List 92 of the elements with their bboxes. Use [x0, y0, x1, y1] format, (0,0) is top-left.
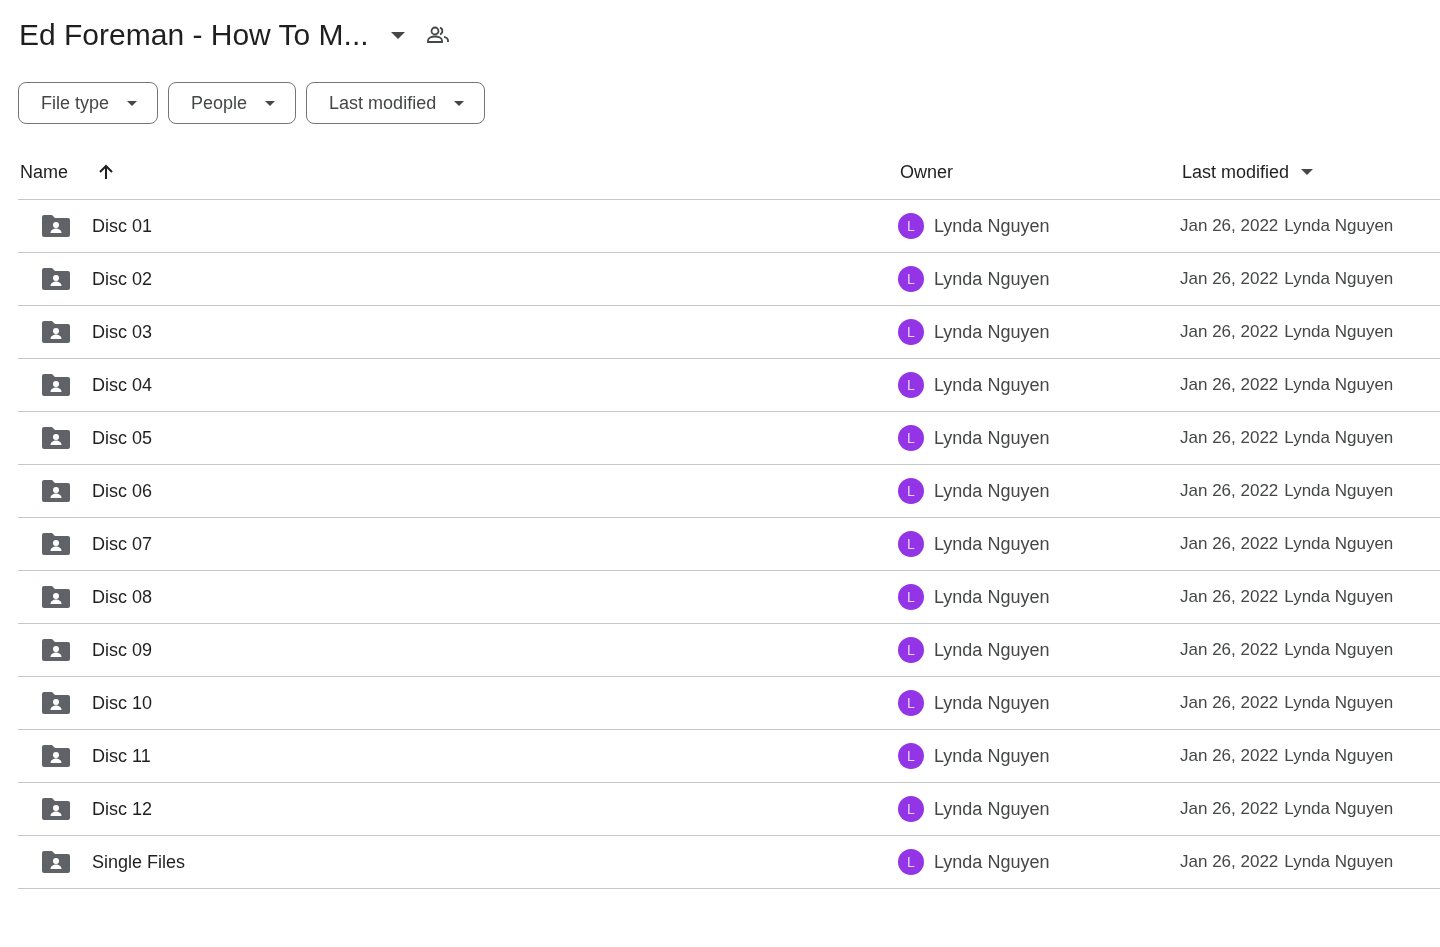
file-name[interactable]: Disc 04: [92, 374, 153, 396]
modified-date: Jan 26, 2022: [1180, 322, 1279, 342]
caret-icon: [390, 31, 405, 39]
file-name[interactable]: Disc 10: [92, 692, 153, 714]
shared-folder-icon: [42, 427, 70, 449]
file-name[interactable]: Single Files: [92, 851, 186, 873]
modified-by: Lynda Nguyen: [1284, 746, 1394, 766]
filter-chip[interactable]: People: [168, 82, 297, 124]
owner-name: Lynda Nguyen: [934, 480, 1050, 502]
shared-folder-icon: [42, 268, 70, 290]
avatar: L: [898, 425, 924, 451]
column-header[interactable]: Last modified: [1180, 161, 1314, 183]
avatar: L: [898, 478, 924, 504]
caret-icon: [127, 100, 138, 106]
modified-date: Jan 26, 2022: [1180, 640, 1279, 660]
modified-by: Lynda Nguyen: [1284, 534, 1394, 554]
shared-folder-icon: [42, 374, 70, 396]
modified-date: Jan 26, 2022: [1180, 481, 1279, 501]
modified-date: Jan 26, 2022: [1180, 269, 1279, 289]
modified-date: Jan 26, 2022: [1180, 216, 1279, 236]
owner-name: Lynda Nguyen: [934, 639, 1050, 661]
avatar: L: [898, 743, 924, 769]
shared-folder-icon: [42, 745, 70, 767]
modified-by: Lynda Nguyen: [1284, 322, 1394, 342]
avatar: L: [898, 266, 924, 292]
file-name[interactable]: Disc 08: [92, 586, 153, 608]
modified-by: Lynda Nguyen: [1284, 693, 1394, 713]
shared-folder-icon: [42, 215, 70, 237]
file-name[interactable]: Disc 02: [92, 268, 153, 290]
file-name[interactable]: Disc 01: [92, 215, 153, 237]
shared-folder-icon: [42, 639, 70, 661]
modified-by: Lynda Nguyen: [1284, 587, 1394, 607]
modified-by: Lynda Nguyen: [1284, 481, 1394, 501]
avatar: L: [898, 849, 924, 875]
filter-chip[interactable]: Last modified: [306, 82, 486, 124]
owner-name: Lynda Nguyen: [934, 321, 1050, 343]
shared-folder-icon: [42, 692, 70, 714]
caret-icon: [265, 100, 276, 106]
avatar: L: [898, 213, 924, 239]
modified-by: Lynda Nguyen: [1284, 375, 1394, 395]
modified-date: Jan 26, 2022: [1180, 428, 1279, 448]
file-name[interactable]: Disc 07: [92, 533, 153, 555]
modified-date: Jan 26, 2022: [1180, 746, 1279, 766]
shared-folder-icon: [42, 586, 70, 608]
modified-date: Jan 26, 2022: [1180, 693, 1279, 713]
file-name[interactable]: Disc 09: [92, 639, 153, 661]
people-icon[interactable]: [426, 26, 449, 44]
shared-folder-icon: [42, 480, 70, 502]
owner-name: Lynda Nguyen: [934, 374, 1050, 396]
caret-icon: [454, 100, 465, 106]
owner-name: Lynda Nguyen: [934, 268, 1050, 290]
caret-icon: [1301, 169, 1314, 175]
modified-date: Jan 26, 2022: [1180, 799, 1279, 819]
filter-chip[interactable]: File type: [18, 82, 159, 124]
file-name[interactable]: Disc 03: [92, 321, 153, 343]
avatar: L: [898, 796, 924, 822]
column-header[interactable]: Owner: [898, 161, 953, 183]
modified-by: Lynda Nguyen: [1284, 852, 1394, 872]
avatar: L: [898, 531, 924, 557]
modified-date: Jan 26, 2022: [1180, 534, 1279, 554]
owner-name: Lynda Nguyen: [934, 586, 1050, 608]
modified-by: Lynda Nguyen: [1284, 799, 1394, 819]
modified-by: Lynda Nguyen: [1284, 640, 1394, 660]
avatar: L: [898, 690, 924, 716]
file-name[interactable]: Disc 05: [92, 427, 153, 449]
file-name[interactable]: Disc 12: [92, 798, 153, 820]
modified-by: Lynda Nguyen: [1284, 269, 1394, 289]
shared-folder-icon: [42, 321, 70, 343]
owner-name: Lynda Nguyen: [934, 798, 1050, 820]
modified-date: Jan 26, 2022: [1180, 852, 1279, 872]
shared-folder-icon: [42, 798, 70, 820]
shared-folder-icon: [42, 533, 70, 555]
owner-name: Lynda Nguyen: [934, 533, 1050, 555]
sort-arrow-icon[interactable]: [98, 164, 114, 180]
avatar: L: [898, 372, 924, 398]
owner-name: Lynda Nguyen: [934, 851, 1050, 873]
modified-by: Lynda Nguyen: [1284, 216, 1394, 236]
avatar: L: [898, 584, 924, 610]
owner-name: Lynda Nguyen: [934, 215, 1050, 237]
modified-date: Jan 26, 2022: [1180, 375, 1279, 395]
shared-folder-icon: [42, 851, 70, 873]
folder-title: Ed Foreman - How To M...: [19, 18, 369, 52]
file-name[interactable]: Disc 06: [92, 480, 153, 502]
owner-name: Lynda Nguyen: [934, 427, 1050, 449]
file-name[interactable]: Disc 11: [92, 745, 151, 767]
column-header[interactable]: Name: [18, 161, 114, 183]
avatar: L: [898, 637, 924, 663]
modified-date: Jan 26, 2022: [1180, 587, 1279, 607]
avatar: L: [898, 319, 924, 345]
owner-name: Lynda Nguyen: [934, 692, 1050, 714]
owner-name: Lynda Nguyen: [934, 745, 1050, 767]
modified-by: Lynda Nguyen: [1284, 428, 1394, 448]
